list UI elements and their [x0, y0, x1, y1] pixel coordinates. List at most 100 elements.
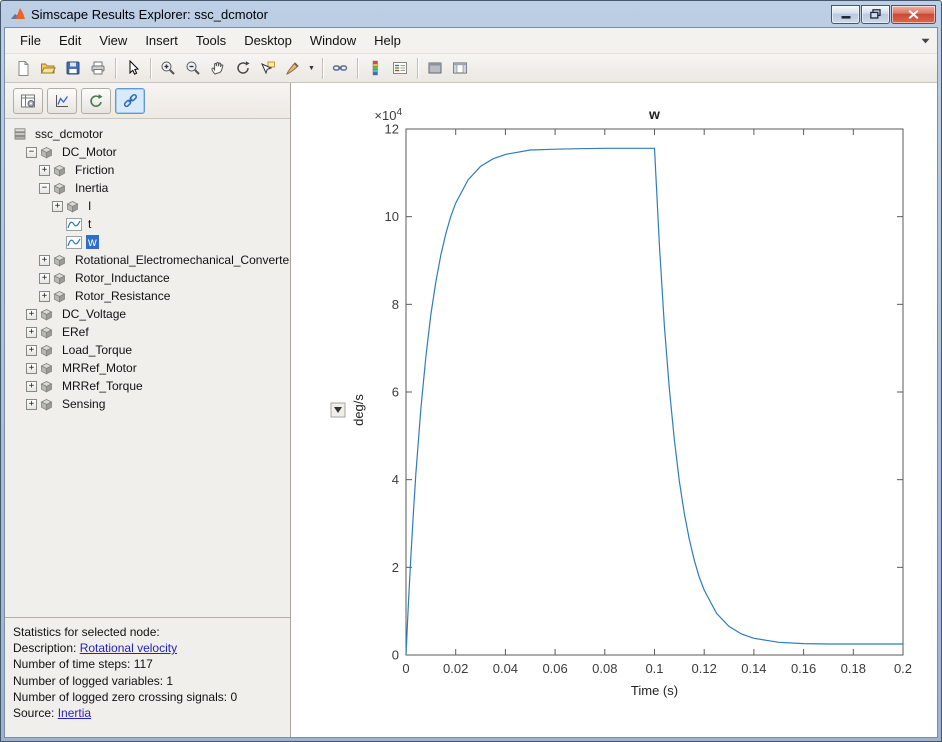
block-icon [40, 362, 53, 374]
y-tick-label: 6 [392, 385, 399, 400]
toolbar-separator [417, 57, 418, 79]
tree-expand-icon[interactable]: + [39, 290, 50, 302]
tree-item-load-torque[interactable]: + Load_Torque [5, 341, 290, 359]
tree-item-mrref-torque[interactable]: + MRRef_Torque [5, 377, 290, 395]
insert-colorbar-button[interactable] [363, 56, 387, 80]
stats-text: Number of time steps: 117 [13, 657, 153, 672]
app-body: File Edit View Insert Tools Desktop Window Help… [4, 27, 938, 738]
pointer-button[interactable] [121, 56, 145, 80]
tree-expand-icon[interactable]: + [26, 380, 37, 392]
tree-collapse-icon[interactable]: − [39, 182, 50, 194]
tree-expand-icon[interactable]: + [26, 344, 37, 356]
explorer-toolbar [5, 83, 290, 119]
zoom-out-button[interactable] [181, 56, 205, 80]
close-button[interactable] [891, 4, 936, 24]
brush-button[interactable] [281, 56, 305, 80]
tree-expand-icon[interactable]: + [26, 362, 37, 374]
toolbar-separator [322, 57, 323, 79]
tree-item-rotational-electromechanical-converter[interactable]: + Rotational_Electromechanical_Converter [5, 251, 290, 269]
stats-link[interactable]: Inertia [58, 706, 91, 720]
titlebar[interactable]: Simscape Results Explorer: ssc_dcmotor [4, 1, 938, 27]
menu-help[interactable]: Help [365, 30, 410, 51]
tree-item-inertia[interactable]: − Inertia [5, 179, 290, 197]
stats-link[interactable]: Rotational velocity [80, 641, 177, 655]
signal-icon [66, 217, 82, 231]
restore-button[interactable] [861, 4, 890, 24]
configure-button[interactable] [13, 87, 43, 114]
close-icon [908, 9, 919, 19]
tree-expand-icon[interactable]: + [26, 398, 37, 410]
tree-label: ssc_dcmotor [35, 127, 104, 141]
restore-icon [870, 9, 881, 19]
menubar-overflow-button[interactable] [921, 38, 937, 44]
tree-item-rotor-inductance[interactable]: + Rotor_Inductance [5, 269, 290, 287]
menu-desktop[interactable]: Desktop [235, 30, 301, 51]
show-plot-tools-button[interactable] [448, 56, 472, 80]
new-file-button[interactable] [11, 56, 35, 80]
x-tick-label: 0.04 [493, 661, 518, 676]
tree-expand-icon[interactable]: + [39, 164, 50, 176]
tree-label: DC_Voltage [62, 307, 127, 321]
insert-legend-icon [393, 62, 407, 74]
matlab-icon [11, 8, 25, 19]
tree-item-t[interactable]: t [5, 215, 290, 233]
tree-expand-icon[interactable]: + [39, 254, 50, 266]
tree-item-mrref-motor[interactable]: + MRRef_Motor [5, 359, 290, 377]
tree-item-friction[interactable]: + Friction [5, 161, 290, 179]
link-button[interactable] [115, 87, 145, 114]
tree-item-rotor-resistance[interactable]: + Rotor_Resistance [5, 287, 290, 305]
block-icon [40, 380, 53, 392]
reload-button[interactable] [81, 87, 111, 114]
axes-box [405, 128, 904, 656]
menu-view[interactable]: View [90, 30, 136, 51]
tree-item-i[interactable]: + I [5, 197, 290, 215]
app-window: Simscape Results Explorer: ssc_dcmotor F… [0, 0, 942, 742]
signal-plot: 0 0.02 0.04 0.06 0.08 0.1 0.12 0.14 0.16 0.18 0.2 0… [330, 106, 912, 698]
x-tick-label: 0.14 [741, 661, 766, 676]
pan-button[interactable] [206, 56, 230, 80]
menu-edit[interactable]: Edit [50, 30, 90, 51]
x-tick-label: 0.1 [645, 661, 663, 676]
data-cursor-icon [261, 61, 275, 75]
link-icon [123, 94, 137, 108]
tree-expand-icon[interactable]: + [26, 326, 37, 338]
menu-window[interactable]: Window [301, 30, 365, 51]
block-icon [53, 254, 66, 266]
menu-file[interactable]: File [11, 30, 50, 51]
tree-expand-icon[interactable]: + [26, 308, 37, 320]
tree-item-ssc-dcmotor[interactable]: ssc_dcmotor [5, 125, 290, 143]
zoom-in-button[interactable] [156, 56, 180, 80]
block-icon [40, 326, 53, 338]
minimize-button[interactable] [831, 4, 860, 24]
y-units-dropdown-button[interactable] [330, 402, 346, 418]
data-cursor-button[interactable] [256, 56, 280, 80]
tree-item-sensing[interactable]: + Sensing [5, 395, 290, 413]
block-icon [53, 290, 66, 302]
zoom-in-icon [161, 61, 175, 75]
configure-icon [21, 94, 35, 107]
tree-item-dc-voltage[interactable]: + DC_Voltage [5, 305, 290, 323]
rotate-3d-button[interactable] [231, 56, 255, 80]
tree-label: t [88, 217, 92, 231]
hide-plot-tools-button[interactable] [423, 56, 447, 80]
brush-dropdown-arrow[interactable]: ▼ [306, 56, 317, 80]
print-button[interactable] [86, 56, 110, 80]
link-plot-button[interactable] [328, 56, 352, 80]
tree-label: MRRef_Torque [62, 379, 143, 393]
x-tick-label: 0.06 [542, 661, 567, 676]
tree-item-dc-motor[interactable]: − DC_Motor [5, 143, 290, 161]
menu-insert[interactable]: Insert [136, 30, 187, 51]
tree-item-eref[interactable]: + ERef [5, 323, 290, 341]
insert-legend-button[interactable] [388, 56, 412, 80]
matlab-icon [10, 6, 26, 22]
open-file-button[interactable] [36, 56, 60, 80]
stats-text: Number of logged zero crossing signals: … [13, 689, 238, 704]
tree-expand-icon[interactable]: + [39, 272, 50, 284]
tree-expand-icon[interactable]: + [52, 200, 63, 212]
edit-plot-button[interactable] [47, 87, 77, 114]
model-tree[interactable]: ssc_dcmotor − DC_Motor + Friction − Inertia + I t… [5, 119, 290, 617]
save-button[interactable] [61, 56, 85, 80]
menu-tools[interactable]: Tools [187, 30, 235, 51]
tree-collapse-icon[interactable]: − [26, 146, 37, 158]
tree-item-w[interactable]: w [5, 233, 290, 251]
